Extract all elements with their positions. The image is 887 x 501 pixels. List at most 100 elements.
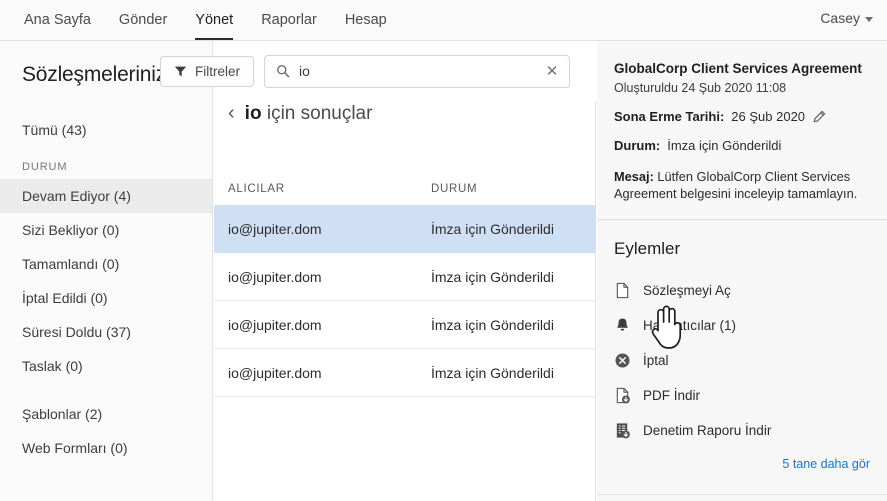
results-header: ‹ io için sonuçlar [214, 103, 596, 125]
row-status: İmza için Gönderildi [431, 316, 554, 333]
search-icon [277, 65, 290, 78]
sidebar-item-web-formlari[interactable]: Web Formları (0) [0, 431, 212, 465]
sidebar-item-label: Tümü (43) [22, 122, 87, 138]
action-open-agreement[interactable]: Sözleşmeyi Aç [614, 273, 870, 308]
detail-panel: GlobalCorp Client Services Agreement Olu… [597, 41, 887, 501]
table-row[interactable]: io@jupiter.dom İmza için Gönderildi [214, 253, 596, 301]
sidebar-item-label: Süresi Doldu (37) [22, 324, 131, 340]
status-value: İmza için Gönderildi [667, 138, 782, 153]
nav-label: Hesap [344, 12, 387, 28]
cancel-icon [615, 353, 630, 368]
table-row[interactable]: io@jupiter.dom İmza için Gönderildi [214, 205, 596, 253]
status-label: Durum: [614, 138, 661, 153]
table-row[interactable]: io@jupiter.dom İmza için Gönderildi [214, 349, 596, 397]
agreement-created: Oluşturuldu 24 Şub 2020 11:08 [614, 81, 787, 95]
sidebar-item-label: Taslak (0) [22, 358, 83, 374]
sidebar-item-label: Tamamlandı (0) [22, 256, 120, 272]
sidebar-item-sizi-bekliyor[interactable]: Sizi Bekliyor (0) [0, 213, 212, 247]
sidebar-item-all[interactable]: Tümü (43) [0, 113, 212, 147]
action-label: İptal [643, 353, 669, 368]
message-block: Mesaj: Lütfen GlobalCorp Client Services… [597, 168, 887, 219]
actions-list: Sözleşmeyi Aç Hatırlatıcılar (1) İptal P… [597, 259, 887, 448]
row-recipient: io@jupiter.dom [228, 268, 322, 285]
nav-label: Raporlar [261, 12, 317, 28]
sidebar-list: Tümü (43) DURUM Devam Ediyor (4) Sizi Be… [0, 113, 212, 465]
status-row: Durum: İmza için Gönderildi [614, 138, 870, 153]
action-cancel[interactable]: İptal [614, 343, 870, 378]
nav-items: Ana Sayfa Gönder Yönet Raporlar Hesap [0, 0, 401, 40]
agreement-title: GlobalCorp Client Services Agreement [614, 61, 862, 76]
nav-item-raporlar[interactable]: Raporlar [247, 0, 331, 40]
sidebar-item-label: Sizi Bekliyor (0) [22, 222, 120, 238]
agreement-summary: GlobalCorp Client Services Agreement Olu… [597, 41, 887, 153]
funnel-icon [174, 66, 187, 76]
search-toolbar: Filtreler ✕ [160, 41, 596, 101]
sidebar-item-sablonlar[interactable]: Şablonlar (2) [0, 397, 212, 431]
action-label: Hatırlatıcılar (1) [643, 318, 737, 333]
row-status: İmza için Gönderildi [431, 268, 554, 285]
user-menu[interactable]: Casey [820, 10, 873, 26]
nav-label: Ana Sayfa [24, 12, 91, 28]
center-column: Filtreler ✕ ‹ io için sonuçlar ALICILAR … [160, 41, 596, 501]
sidebar-item-iptal-edildi[interactable]: İptal Edildi (0) [0, 281, 212, 315]
results-title: io için sonuçlar [245, 103, 373, 125]
chevron-left-icon[interactable]: ‹ [228, 103, 235, 123]
actions-heading: Eylemler [614, 239, 681, 258]
chevron-down-icon [865, 16, 873, 22]
action-label: Denetim Raporu İndir [643, 423, 772, 438]
sidebar-item-label: Şablonlar (2) [22, 406, 103, 422]
row-recipient: io@jupiter.dom [228, 316, 322, 333]
expiry-value: 26 Şub 2020 [731, 109, 806, 124]
search-box[interactable]: ✕ [264, 54, 571, 88]
sidebar-item-label: Devam Ediyor (4) [22, 188, 131, 204]
nav-item-hesap[interactable]: Hesap [331, 0, 401, 40]
audit-download-icon [616, 423, 630, 439]
sidebar-item-label: İptal Edildi (0) [22, 290, 108, 306]
results-title-suffix: için sonuçlar [261, 103, 373, 124]
sidebar-item-taslak[interactable]: Taslak (0) [0, 349, 212, 383]
action-reminders[interactable]: Hatırlatıcılar (1) [614, 308, 870, 343]
edit-pencil-icon[interactable] [812, 110, 826, 124]
search-input[interactable] [299, 63, 540, 79]
row-recipient: io@jupiter.dom [228, 220, 322, 237]
sidebar-item-tamamlandi[interactable]: Tamamlandı (0) [0, 247, 212, 281]
column-header-status: DURUM [431, 183, 478, 195]
sidebar-item-devam-ediyor[interactable]: Devam Ediyor (4) [0, 179, 212, 213]
row-recipient: io@jupiter.dom [228, 364, 322, 381]
close-icon: ✕ [545, 63, 559, 80]
nav-item-ana-sayfa[interactable]: Ana Sayfa [10, 0, 105, 40]
results-rows: io@jupiter.dom İmza için Gönderildi io@j… [214, 205, 596, 397]
sidebar-item-suresi-doldu[interactable]: Süresi Doldu (37) [0, 315, 212, 349]
results-column-headers: ALICILAR DURUM [214, 183, 596, 195]
action-label: PDF İndir [643, 388, 701, 403]
expiry-row: Sona Erme Tarihi: 26 Şub 2020 [614, 109, 870, 124]
action-download-pdf[interactable]: PDF İndir [614, 378, 870, 413]
top-navigation-bar: Ana Sayfa Gönder Yönet Raporlar Hesap Ca… [0, 0, 887, 41]
left-sidebar: Sözleşmeleriniz Tümü (43) DURUM Devam Ed… [0, 41, 213, 501]
bell-icon [616, 318, 629, 331]
nav-item-gonder[interactable]: Gönder [105, 0, 181, 40]
row-status: İmza için Gönderildi [431, 364, 554, 381]
see-more-link[interactable]: 5 tane daha gör [597, 448, 887, 471]
sidebar-section-durum: DURUM [22, 161, 68, 173]
row-status: İmza için Gönderildi [431, 220, 554, 237]
filters-button-label: Filtreler [195, 63, 241, 79]
document-icon [616, 282, 629, 299]
action-label: Sözleşmeyi Aç [643, 283, 731, 298]
search-clear-button[interactable]: ✕ [539, 56, 565, 87]
pdf-download-icon [616, 387, 630, 404]
action-download-audit-report[interactable]: Denetim Raporu İndir [614, 413, 870, 448]
user-menu-label: Casey [820, 10, 860, 26]
expiry-label: Sona Erme Tarihi: [614, 109, 725, 124]
column-header-recipients: ALICILAR [228, 183, 285, 195]
nav-label: Yönet [195, 12, 234, 28]
results-query: io [244, 103, 262, 124]
nav-label: Gönder [118, 12, 168, 28]
table-row[interactable]: io@jupiter.dom İmza için Gönderildi [214, 301, 596, 349]
sidebar-item-label: Web Formları (0) [22, 440, 128, 456]
filters-button[interactable]: Filtreler [160, 55, 255, 87]
nav-item-yonet[interactable]: Yönet [181, 0, 247, 40]
panel-bottom-divider [597, 494, 887, 495]
message-label: Mesaj: [614, 169, 654, 184]
